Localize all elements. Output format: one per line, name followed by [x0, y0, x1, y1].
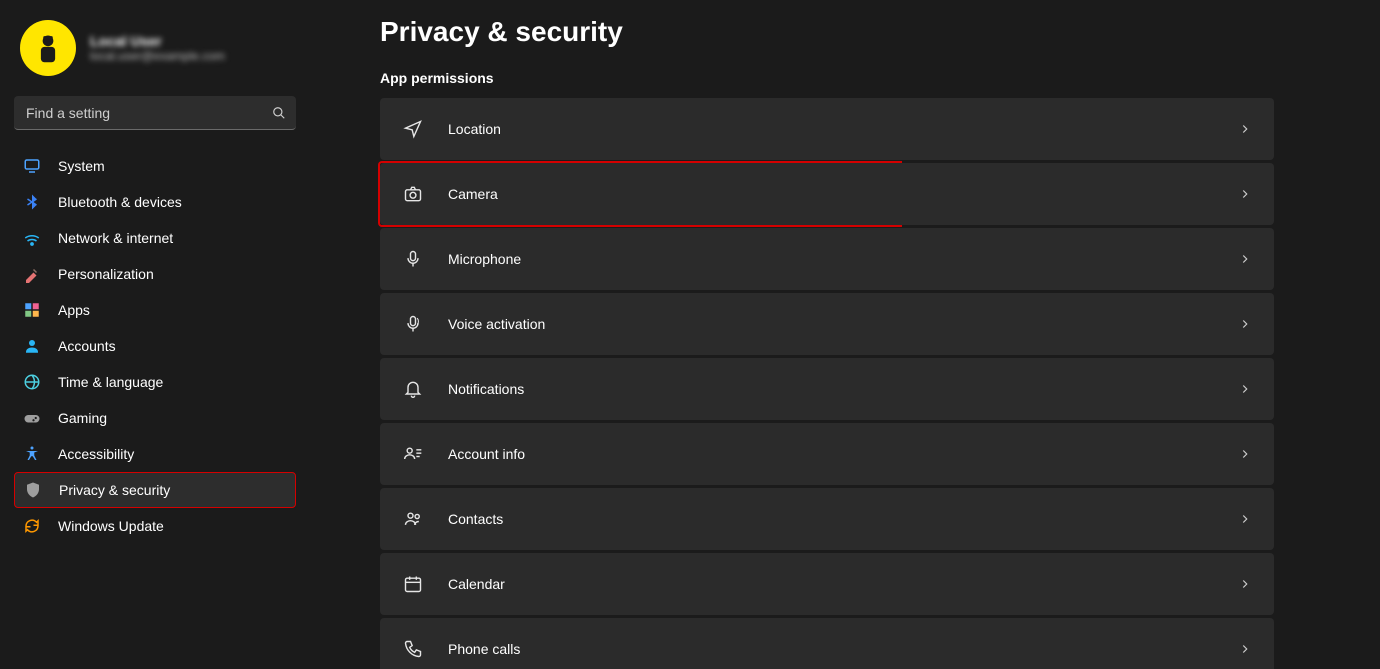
bell-icon — [402, 378, 424, 400]
nav-item-personalization[interactable]: Personalization — [14, 256, 296, 292]
calendar-icon — [402, 573, 424, 595]
avatar-image-icon — [29, 29, 67, 67]
time-language-icon — [22, 372, 42, 392]
nav-item-windows-update[interactable]: Windows Update — [14, 508, 296, 544]
system-icon — [22, 156, 42, 176]
nav-label: Windows Update — [58, 518, 164, 534]
camera-icon — [402, 183, 424, 205]
row-account-info[interactable]: Account info — [380, 423, 1274, 485]
row-label: Camera — [448, 186, 1238, 202]
user-block[interactable]: Local User local.user@example.com — [0, 16, 310, 96]
row-voice-activation[interactable]: Voice activation — [380, 293, 1274, 355]
chevron-right-icon — [1238, 577, 1252, 591]
row-label: Account info — [448, 446, 1238, 462]
row-location[interactable]: Location — [380, 98, 1274, 160]
nav-label: Accessibility — [58, 446, 134, 462]
row-phone-calls[interactable]: Phone calls — [380, 618, 1274, 669]
network-icon — [22, 228, 42, 248]
nav-label: Time & language — [58, 374, 163, 390]
nav-item-time-language[interactable]: Time & language — [14, 364, 296, 400]
row-contacts[interactable]: Contacts — [380, 488, 1274, 550]
main: Privacy & security App permissions Locat… — [310, 0, 1380, 669]
phone-icon — [402, 638, 424, 660]
chevron-right-icon — [1238, 252, 1252, 266]
accounts-icon — [22, 336, 42, 356]
nav-label: Accounts — [58, 338, 116, 354]
chevron-right-icon — [1238, 317, 1252, 331]
shield-icon — [23, 480, 43, 500]
personalization-icon — [22, 264, 42, 284]
nav-item-accessibility[interactable]: Accessibility — [14, 436, 296, 472]
bluetooth-icon — [22, 192, 42, 212]
row-label: Calendar — [448, 576, 1238, 592]
nav-item-gaming[interactable]: Gaming — [14, 400, 296, 436]
row-notifications[interactable]: Notifications — [380, 358, 1274, 420]
nav-label: Personalization — [58, 266, 154, 282]
chevron-right-icon — [1238, 642, 1252, 656]
nav-label: Gaming — [58, 410, 107, 426]
chevron-right-icon — [1238, 512, 1252, 526]
gaming-icon — [22, 408, 42, 428]
page-title: Privacy & security — [380, 16, 1274, 48]
row-label: Notifications — [448, 381, 1238, 397]
chevron-right-icon — [1238, 122, 1252, 136]
nav-item-bluetooth[interactable]: Bluetooth & devices — [14, 184, 296, 220]
nav-label: Privacy & security — [59, 482, 170, 498]
voice-activation-icon — [402, 313, 424, 335]
nav-label: Bluetooth & devices — [58, 194, 182, 210]
nav-item-network[interactable]: Network & internet — [14, 220, 296, 256]
nav-label: System — [58, 158, 105, 174]
nav: System Bluetooth & devices Network & int… — [0, 148, 310, 544]
search-wrap — [14, 96, 296, 130]
nav-item-system[interactable]: System — [14, 148, 296, 184]
accessibility-icon — [22, 444, 42, 464]
chevron-right-icon — [1238, 187, 1252, 201]
microphone-icon — [402, 248, 424, 270]
update-icon — [22, 516, 42, 536]
nav-label: Network & internet — [58, 230, 173, 246]
chevron-right-icon — [1238, 447, 1252, 461]
row-microphone[interactable]: Microphone — [380, 228, 1274, 290]
user-email: local.user@example.com — [90, 49, 225, 63]
search-input[interactable] — [14, 96, 296, 130]
user-text: Local User local.user@example.com — [90, 33, 225, 63]
row-camera[interactable]: Camera — [380, 163, 1274, 225]
row-label: Voice activation — [448, 316, 1238, 332]
apps-icon — [22, 300, 42, 320]
nav-item-privacy-security[interactable]: Privacy & security — [14, 472, 296, 508]
contacts-icon — [402, 508, 424, 530]
sidebar: Local User local.user@example.com System… — [0, 0, 310, 669]
chevron-right-icon — [1238, 382, 1252, 396]
row-label: Location — [448, 121, 1238, 137]
location-icon — [402, 118, 424, 140]
row-label: Phone calls — [448, 641, 1238, 657]
section-title: App permissions — [380, 70, 1274, 86]
nav-label: Apps — [58, 302, 90, 318]
nav-item-accounts[interactable]: Accounts — [14, 328, 296, 364]
nav-item-apps[interactable]: Apps — [14, 292, 296, 328]
row-calendar[interactable]: Calendar — [380, 553, 1274, 615]
row-label: Contacts — [448, 511, 1238, 527]
row-label: Microphone — [448, 251, 1238, 267]
avatar — [20, 20, 76, 76]
user-name: Local User — [90, 33, 225, 49]
account-info-icon — [402, 443, 424, 465]
